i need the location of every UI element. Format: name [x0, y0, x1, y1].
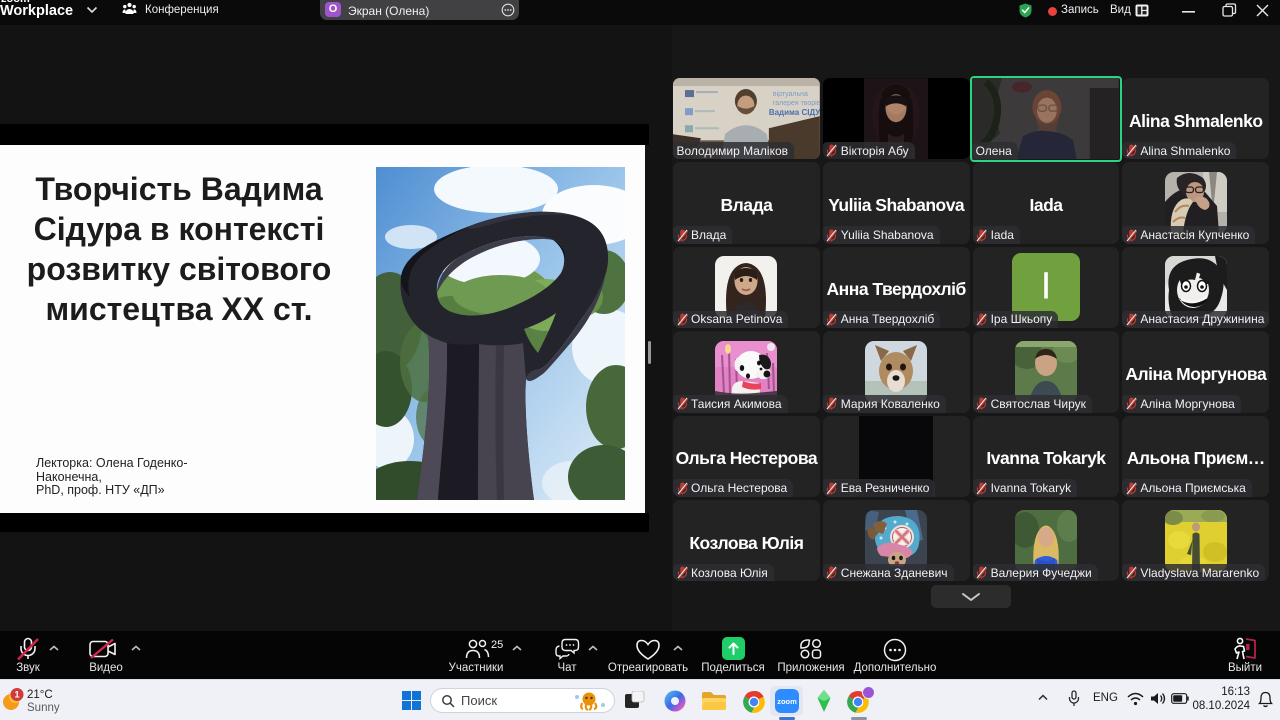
svg-text:віртуальна: віртуальна	[773, 90, 808, 98]
svg-text:1: 1	[14, 690, 19, 700]
svg-text:Вадима СІДУРА: Вадима СІДУРА	[769, 108, 820, 117]
svg-text:галерея творів: галерея творів	[773, 99, 820, 107]
